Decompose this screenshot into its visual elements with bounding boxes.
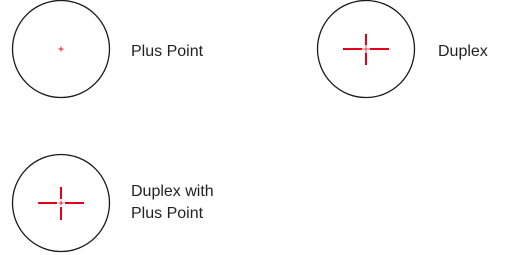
reticle-diagram [11, 0, 416, 253]
reticle-duplex [316, 0, 416, 99]
reticle-legend: Plus Point Duplex Duplex with Plus Point [0, 0, 510, 255]
reticle-label-line-1: Duplex with [131, 183, 214, 200]
reticle-label-duplex: Duplex [438, 43, 488, 60]
reticle-label-duplex-plus-point: Duplex with Plus Point [131, 181, 214, 225]
reticle-duplex-plus-point [11, 153, 111, 253]
duplex-fine-center-icon [362, 45, 370, 53]
plus-point-icon [58, 200, 64, 206]
reticle-label-plus-point: Plus Point [131, 43, 204, 60]
reticle-label-line-2: Plus Point [131, 205, 204, 222]
plus-point-icon [58, 46, 64, 52]
reticle-plus-point [11, 0, 111, 99]
